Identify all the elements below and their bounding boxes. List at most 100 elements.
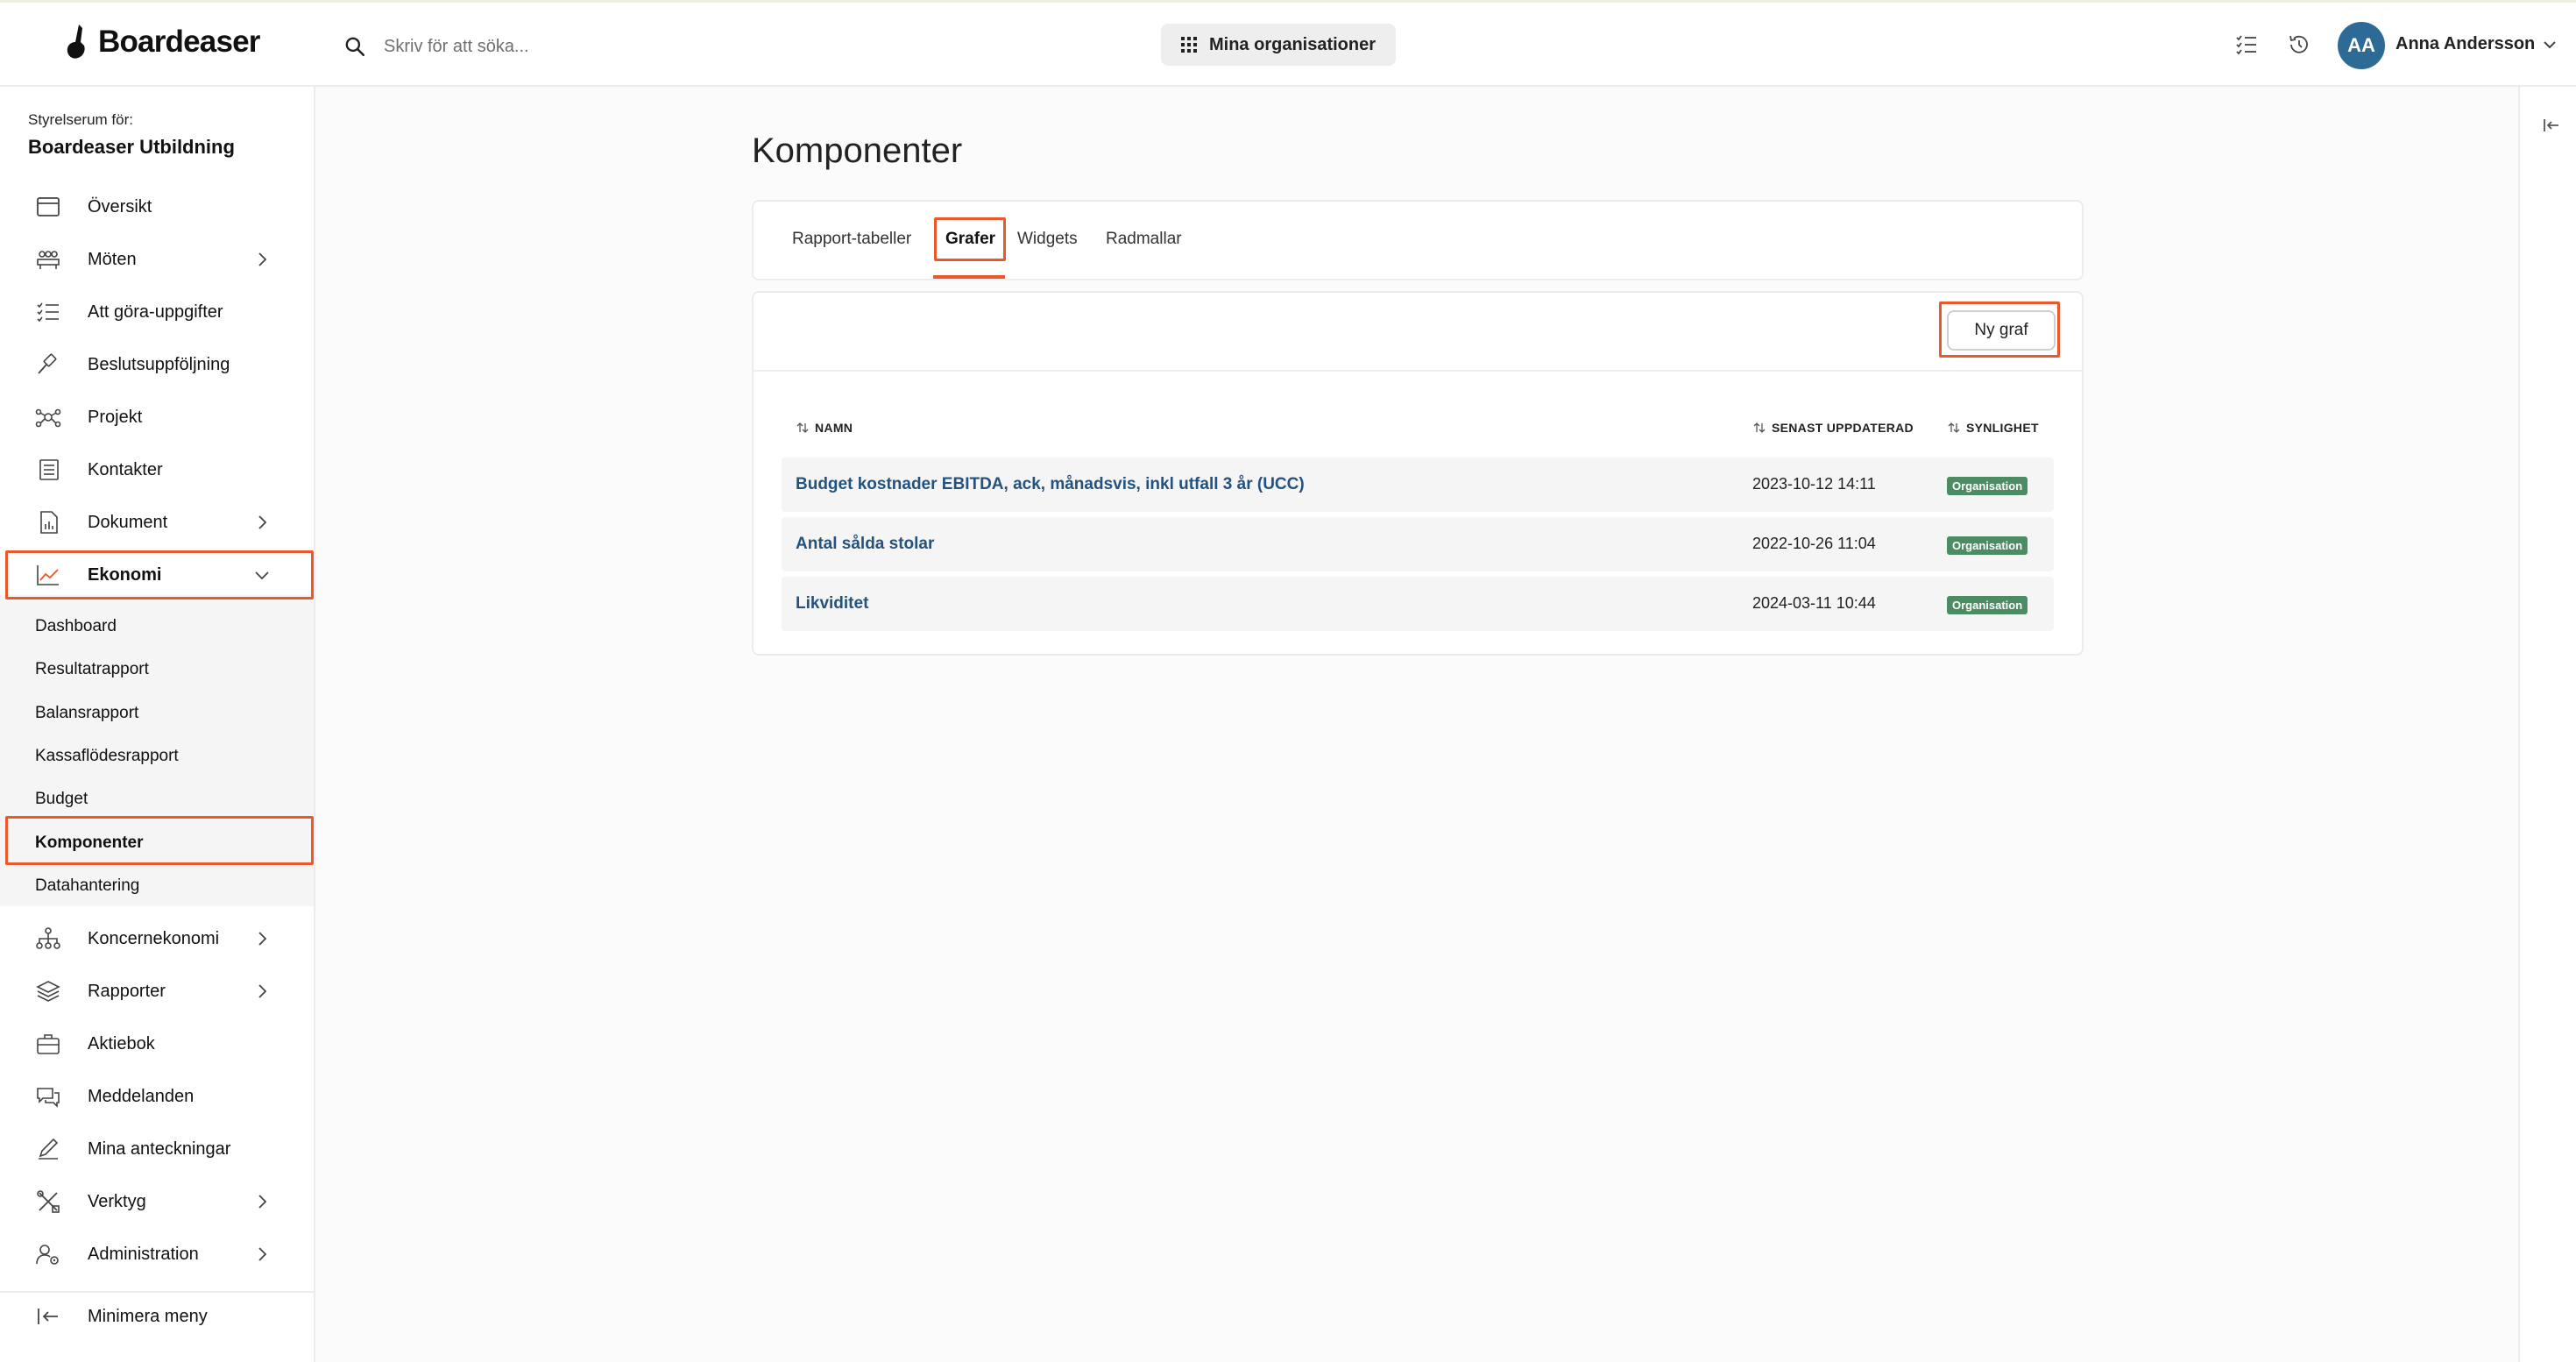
hierarchy-icon (35, 926, 61, 951)
submenu-item-datahantering[interactable]: Datahantering (35, 876, 139, 896)
column-header-label: SYNLIGHET (1966, 421, 2039, 435)
top-bar: Boardeaser Mina organisationer AA Anna A… (0, 3, 2576, 87)
submenu-item-komponenter[interactable]: Komponenter (35, 834, 144, 853)
column-header-name[interactable]: NAMN (796, 421, 853, 435)
table-row[interactable]: Likviditet 2024-03-11 10:44 Organisation (782, 577, 2054, 631)
briefcase-icon (35, 1032, 61, 1056)
tasks-icon[interactable] (2233, 31, 2261, 59)
sidebar-item-moten[interactable]: Möten (9, 236, 312, 283)
minimize-menu-button[interactable]: Minimera meny (9, 1293, 312, 1340)
sidebar-item-koncernekonomi[interactable]: Koncernekonomi (9, 915, 312, 962)
admin-icon (35, 1242, 61, 1266)
tools-icon (35, 1189, 61, 1214)
sort-icon (1948, 422, 1960, 433)
contacts-icon (35, 458, 61, 482)
chat-icon (35, 1084, 61, 1109)
app-logo[interactable]: Boardeaser (63, 20, 260, 64)
sidebar: Styrelserum för: Boardeaser Utbildning Ö… (0, 87, 315, 1362)
boardroom-context-label: Styrelserum för: (28, 111, 133, 128)
sidebar-item-label: Kontakter (88, 459, 163, 479)
sidebar-item-administration[interactable]: Administration (9, 1231, 312, 1278)
sidebar-item-ekonomi[interactable]: Ekonomi (9, 551, 312, 599)
sidebar-item-label: Rapporter (88, 981, 166, 1001)
sidebar-item-label: Koncernekonomi (88, 928, 220, 948)
table-row[interactable]: Budget kostnader EBITDA, ack, månadsvis,… (782, 458, 2054, 512)
chevron-right-icon (252, 1192, 272, 1211)
collapse-left-icon (35, 1304, 61, 1329)
my-organizations-button[interactable]: Mina organisationer (1161, 24, 1396, 66)
search-input[interactable] (384, 36, 839, 57)
user-name[interactable]: Anna Andersson (2396, 34, 2535, 54)
graphs-table-card: Ny graf NAMN SENAST UPPDATERAD SYNLIGHET… (752, 291, 2084, 656)
graph-name-link[interactable]: Likviditet (796, 594, 868, 614)
chevron-down-icon[interactable] (2539, 34, 2560, 55)
chevron-right-icon (252, 1245, 272, 1264)
sidebar-item-label: Beslutsuppföljning (88, 354, 230, 374)
app-name: Boardeaser (98, 25, 260, 59)
sidebar-item-aktiebok[interactable]: Aktiebok (9, 1020, 312, 1068)
history-icon[interactable] (2285, 31, 2313, 59)
tab-widgets[interactable]: Widgets (1017, 230, 1078, 249)
checklist-icon (35, 300, 61, 324)
active-tab-indicator (933, 275, 1005, 279)
column-header-updated[interactable]: SENAST UPPDATERAD (1752, 421, 1914, 435)
sidebar-item-kontakter[interactable]: Kontakter (9, 446, 312, 493)
visibility-badge: Organisation (1947, 477, 2028, 495)
sidebar-item-rapporter[interactable]: Rapporter (9, 968, 312, 1015)
sidebar-item-dokument[interactable]: Dokument (9, 499, 312, 546)
sidebar-item-label: Möten (88, 249, 137, 269)
sort-icon (796, 422, 809, 433)
sidebar-item-beslutsuppfoljning[interactable]: Beslutsuppföljning (9, 341, 312, 388)
chevron-right-icon (252, 929, 272, 948)
sidebar-item-label: Verktyg (88, 1191, 146, 1211)
card-divider (754, 370, 2082, 372)
collapse-left-icon[interactable] (2541, 115, 2562, 136)
grid-icon (1180, 37, 1197, 53)
chevron-right-icon (252, 513, 272, 532)
submenu-item-kassaflodesrapport[interactable]: Kassaflödesrapport (35, 747, 179, 766)
submenu-item-resultatrapport[interactable]: Resultatrapport (35, 660, 149, 679)
visibility-badge: Organisation (1947, 596, 2028, 614)
sidebar-item-mina-anteckningar[interactable]: Mina anteckningar (9, 1125, 312, 1173)
search-icon (345, 37, 365, 57)
graph-name-link[interactable]: Antal sålda stolar (796, 535, 934, 554)
sidebar-item-label: Dokument (88, 512, 168, 532)
sidebar-item-label: Aktiebok (88, 1033, 155, 1053)
submenu-item-dashboard[interactable]: Dashboard (35, 617, 117, 636)
tab-radmallar[interactable]: Radmallar (1106, 230, 1182, 249)
updated-date: 2023-10-12 14:11 (1752, 475, 1876, 493)
column-header-label: NAMN (815, 421, 853, 435)
chart-line-icon (35, 563, 61, 587)
updated-date: 2024-03-11 10:44 (1752, 594, 1876, 612)
organization-name: Boardeaser Utbildning (28, 136, 235, 158)
calendar-icon (35, 195, 61, 219)
sidebar-item-projekt[interactable]: Projekt (9, 394, 312, 441)
sidebar-item-label: Mina anteckningar (88, 1139, 231, 1159)
layers-icon (35, 979, 61, 1004)
sidebar-item-label: Översikt (88, 196, 152, 216)
minimize-menu-label: Minimera meny (88, 1306, 208, 1326)
table-row[interactable]: Antal sålda stolar 2022-10-26 11:04 Orga… (782, 517, 2054, 571)
sidebar-item-label: Att göra-uppgifter (88, 301, 223, 322)
sidebar-item-att-gora[interactable]: Att göra-uppgifter (9, 288, 312, 336)
pencil-icon (35, 1137, 61, 1161)
sidebar-item-meddelanden[interactable]: Meddelanden (9, 1073, 312, 1120)
avatar[interactable]: AA (2338, 22, 2385, 69)
search-bar[interactable] (343, 29, 869, 64)
network-icon (35, 405, 61, 429)
sidebar-item-label: Projekt (88, 407, 143, 427)
sidebar-item-oversikt[interactable]: Översikt (9, 183, 312, 231)
new-graph-button[interactable]: Ny graf (1947, 310, 2056, 351)
right-panel (2518, 87, 2576, 1362)
page-title: Komponenter (752, 131, 963, 170)
submenu-item-balansrapport[interactable]: Balansrapport (35, 704, 138, 723)
column-header-visibility[interactable]: SYNLIGHET (1947, 421, 2039, 435)
graph-name-link[interactable]: Budget kostnader EBITDA, ack, månadsvis,… (796, 475, 1305, 494)
tab-grafer[interactable]: Grafer (945, 230, 995, 249)
meeting-icon (35, 247, 61, 272)
submenu-item-budget[interactable]: Budget (35, 790, 88, 809)
sidebar-item-verktyg[interactable]: Verktyg (9, 1178, 312, 1225)
sidebar-item-label: Administration (88, 1244, 199, 1264)
tab-rapport-tabeller[interactable]: Rapport-tabeller (792, 230, 911, 249)
column-header-label: SENAST UPPDATERAD (1772, 421, 1914, 435)
